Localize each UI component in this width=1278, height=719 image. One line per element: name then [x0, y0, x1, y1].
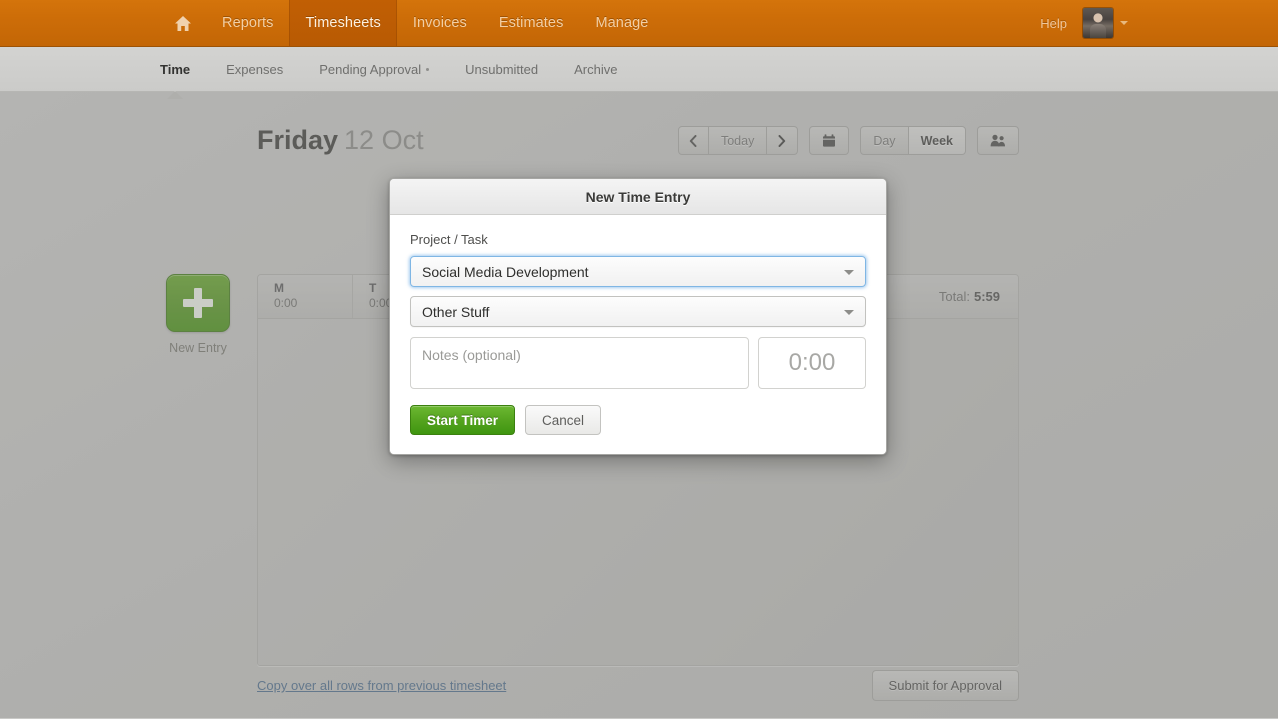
chevron-down-icon — [1120, 21, 1128, 25]
top-nav-right: Help — [1040, 0, 1278, 46]
notes-input[interactable] — [410, 337, 749, 389]
dialog-body: Project / Task Social Media Development … — [390, 215, 886, 454]
task-select[interactable]: Other Stuff — [410, 296, 866, 327]
nav-item-estimates[interactable]: Estimates — [483, 0, 580, 46]
project-select[interactable]: Social Media Development — [410, 256, 866, 287]
subnav-item-time[interactable]: Time — [160, 62, 190, 77]
new-time-entry-dialog: New Time Entry Project / Task Social Med… — [389, 178, 887, 455]
top-nav-items: Reports Timesheets Invoices Estimates Ma… — [160, 0, 664, 46]
nav-label: Estimates — [498, 15, 564, 31]
subnav-label: Expenses — [226, 61, 284, 77]
nav-home-button[interactable] — [160, 0, 206, 46]
home-icon — [174, 15, 192, 32]
help-link[interactable]: Help — [1040, 16, 1067, 31]
subnav-item-pending-approval[interactable]: Pending Approval — [319, 61, 430, 77]
nav-item-timesheets[interactable]: Timesheets — [289, 0, 397, 46]
pending-badge-dot — [426, 68, 430, 72]
nav-item-invoices[interactable]: Invoices — [397, 0, 483, 46]
notes-timer-row: 0:00 — [410, 337, 866, 389]
avatar — [1083, 8, 1113, 38]
subnav-item-archive[interactable]: Archive — [574, 62, 617, 77]
dialog-title: New Time Entry — [390, 179, 886, 215]
subnav-item-unsubmitted[interactable]: Unsubmitted — [465, 62, 538, 77]
dialog-actions: Start Timer Cancel — [410, 405, 866, 435]
start-timer-button[interactable]: Start Timer — [410, 405, 516, 435]
chevron-down-icon — [844, 309, 854, 315]
nav-label: Invoices — [412, 15, 467, 31]
task-select-value: Other Stuff — [422, 303, 490, 320]
nav-label: Reports — [222, 15, 274, 31]
timer-display[interactable]: 0:00 — [758, 337, 866, 389]
app-root: Reports Timesheets Invoices Estimates Ma… — [0, 0, 1278, 719]
project-select-value: Social Media Development — [422, 263, 589, 280]
subnav-label: Unsubmitted — [465, 61, 539, 77]
subnav-item-expenses[interactable]: Expenses — [226, 62, 283, 77]
subnav-label: Pending Approval — [319, 61, 422, 77]
subnav-label: Archive — [574, 61, 618, 77]
nav-label: Manage — [595, 15, 649, 31]
nav-item-manage[interactable]: Manage — [579, 0, 664, 46]
account-menu[interactable] — [1083, 8, 1128, 38]
top-navigation-bar: Reports Timesheets Invoices Estimates Ma… — [0, 0, 1278, 47]
nav-label: Timesheets — [305, 15, 381, 31]
sub-navigation-bar: Time Expenses Pending Approval Unsubmitt… — [0, 47, 1278, 92]
project-task-label: Project / Task — [410, 232, 488, 247]
cancel-button[interactable]: Cancel — [525, 405, 602, 435]
chevron-down-icon — [844, 269, 854, 275]
nav-item-reports[interactable]: Reports — [206, 0, 289, 46]
subnav-label: Time — [160, 61, 191, 77]
